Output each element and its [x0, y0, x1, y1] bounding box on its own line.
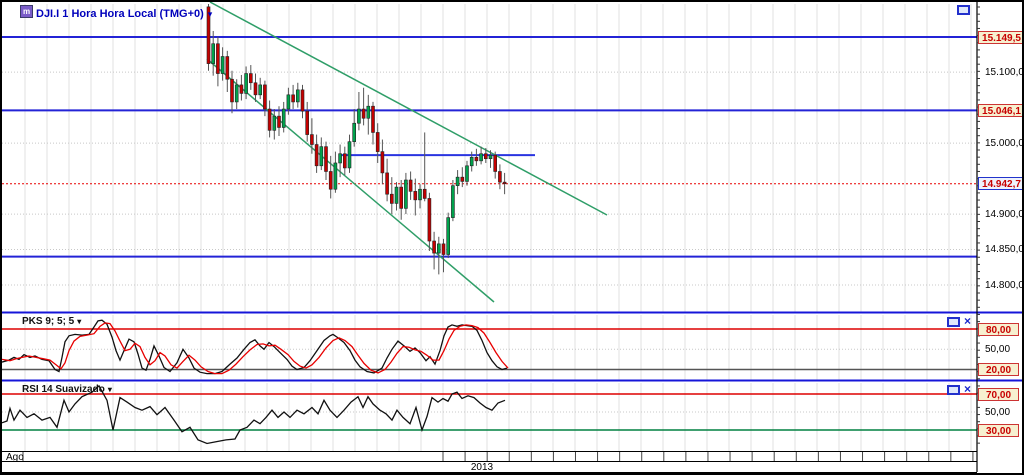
- candle-body: [460, 176, 465, 182]
- candle-body: [230, 78, 234, 103]
- pks-indicator-selector[interactable]: PKS 9; 5; 5 ▾: [22, 316, 81, 327]
- candle-body: [333, 162, 338, 190]
- time-axis[interactable]: [2, 452, 977, 473]
- price-axis[interactable]: [977, 2, 1022, 451]
- rsi-indicator-selector[interactable]: RSI 14 Suavizado ▾: [22, 384, 112, 395]
- candle-body: [277, 115, 281, 128]
- rsi-label: RSI 14 Suavizado: [22, 384, 105, 395]
- candle-body: [263, 84, 267, 110]
- candle-body: [408, 179, 413, 192]
- candle-body: [385, 172, 389, 195]
- candle-body: [244, 73, 248, 94]
- candle-body: [286, 94, 291, 110]
- candle-body: [291, 94, 295, 103]
- candle-body: [357, 108, 361, 124]
- candle-body: [366, 105, 371, 119]
- pks-panel-restore-button[interactable]: [947, 317, 960, 327]
- candle-body: [361, 108, 366, 119]
- app-icon: m: [20, 5, 33, 18]
- candle-body: [502, 181, 507, 185]
- candle-body: [300, 89, 305, 112]
- candle-body: [272, 115, 277, 131]
- candle-body: [310, 134, 314, 145]
- candle-body: [446, 217, 451, 255]
- candle-body: [225, 56, 230, 80]
- candle-body: [493, 154, 498, 172]
- candle-body: [319, 146, 324, 167]
- candle-body: [441, 243, 446, 255]
- candle-body: [479, 153, 483, 162]
- chart-canvas: [2, 2, 1022, 473]
- candle-body: [211, 43, 215, 64]
- candle-body: [314, 144, 319, 167]
- candle-body: [436, 243, 441, 254]
- symbol-selector[interactable]: DJI.I 1 Hora Hora Local (TMG+0) ▾: [36, 4, 212, 22]
- candle-body: [422, 188, 427, 199]
- candle-body: [253, 82, 258, 96]
- candle-body: [469, 156, 474, 167]
- candle-body: [465, 165, 469, 182]
- candle-body: [488, 154, 493, 160]
- rsi-panel-restore-button[interactable]: [947, 385, 960, 395]
- candle-body: [394, 186, 399, 204]
- candle-body: [216, 43, 220, 74]
- candle-body: [455, 176, 460, 186]
- chart-window: m DJI.I 1 Hora Hora Local (TMG+0) ▾ 15.14…: [0, 0, 1024, 475]
- pks-panel-close-icon[interactable]: ×: [962, 315, 973, 327]
- candle-body: [234, 84, 239, 103]
- candle-body: [432, 240, 436, 254]
- main-panel-restore-button[interactable]: [957, 5, 970, 15]
- candle-body: [380, 151, 385, 174]
- pks-label: PKS 9; 5; 5: [22, 316, 75, 327]
- indicator-line-signal: [2, 322, 509, 375]
- candle-body: [404, 179, 408, 209]
- candle-body: [305, 110, 310, 135]
- candle-body: [324, 146, 328, 172]
- chevron-down-icon: ▾: [207, 9, 213, 19]
- candle-body: [347, 141, 352, 169]
- candle-body: [338, 153, 342, 164]
- candle-body: [328, 171, 333, 190]
- candle-body: [295, 89, 300, 103]
- candle-body: [498, 171, 502, 183]
- chevron-down-icon: ▾: [107, 385, 112, 394]
- candle-body: [375, 132, 380, 152]
- candle-body: [389, 193, 394, 204]
- trendline: [206, 58, 495, 303]
- chevron-down-icon: ▾: [77, 317, 82, 326]
- candle-body: [371, 105, 375, 133]
- candle-body: [413, 191, 418, 201]
- candle-body: [483, 153, 488, 160]
- candle-body: [220, 56, 225, 74]
- candle-body: [239, 84, 244, 94]
- candle-body: [451, 185, 455, 218]
- candle-body: [342, 153, 347, 169]
- candle-body: [352, 122, 357, 142]
- chart-title: DJI.I 1 Hora Hora Local (TMG+0): [36, 8, 204, 20]
- candle-body: [427, 198, 432, 242]
- candle-body: [267, 108, 272, 131]
- rsi-panel-close-icon[interactable]: ×: [962, 383, 973, 395]
- candle-body: [249, 73, 253, 84]
- candle-body: [474, 156, 479, 162]
- candle-body: [399, 186, 404, 209]
- candle-body: [258, 84, 263, 96]
- candle-body: [281, 108, 286, 128]
- candle-body: [418, 188, 422, 201]
